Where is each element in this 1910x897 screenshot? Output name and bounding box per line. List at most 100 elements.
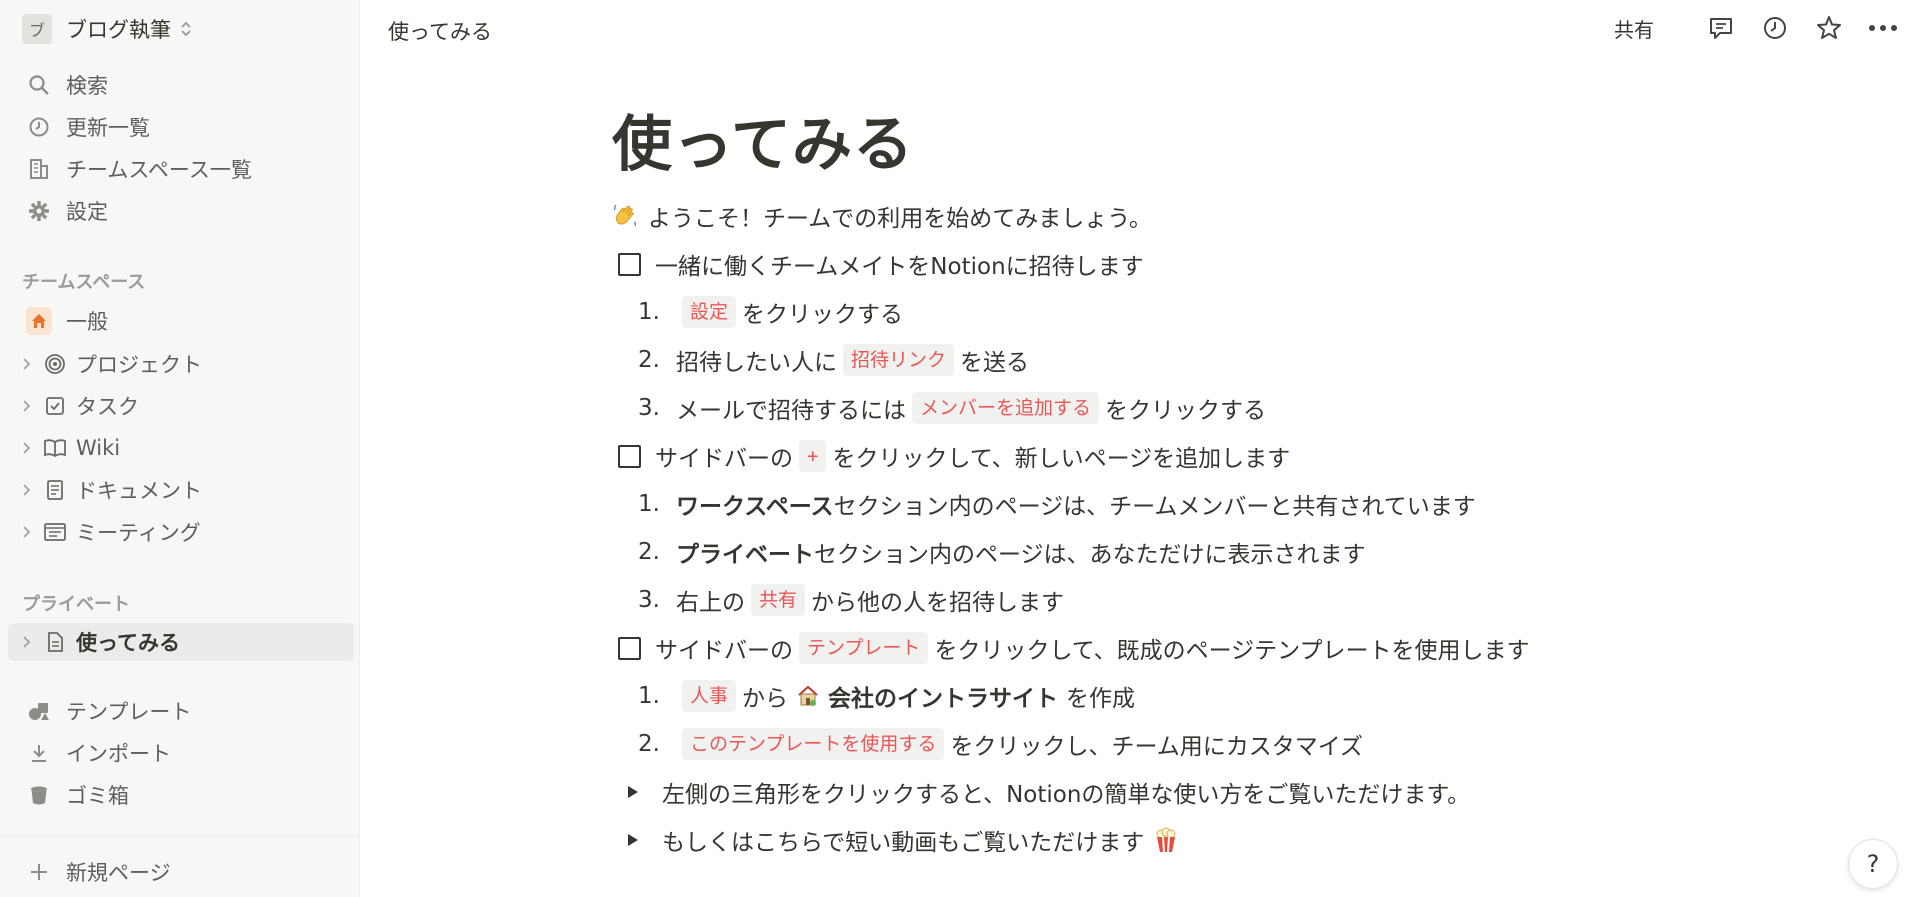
more-options-icon[interactable] [1866,11,1900,45]
breadcrumb[interactable]: 使ってみる [388,16,492,46]
todo-text: サイドバーの [655,638,793,664]
sidebar-item-label: チームスペース一覧 [66,158,252,182]
clock-icon [26,114,52,140]
inline-code: メンバーを追加する [912,392,1100,424]
sidebar-item-tasks[interactable]: タスク [8,387,354,425]
list-number: 2. [638,731,660,757]
history-icon[interactable] [1758,11,1792,45]
sidebar-item-projects[interactable]: プロジェクト [8,345,354,383]
new-page-label: 新規ページ [66,861,171,885]
sidebar-item-trash[interactable]: ゴミ箱 [8,776,354,814]
sidebar-item-label: インポート [66,742,171,766]
shapes-icon [26,698,52,724]
new-page-button[interactable]: 新規ページ [8,853,354,891]
list-item[interactable]: 2. 招待したい人に 招待リンク を送る [626,340,1029,380]
list-text: をクリックする [1105,398,1267,424]
sidebar-item-general[interactable]: 一般 [8,302,354,340]
sidebar-item-updates[interactable]: 更新一覧 [8,108,354,146]
chevron-right-icon[interactable] [22,399,38,413]
private-section-label: プライベート [22,594,130,615]
sidebar-item-wiki[interactable]: Wiki [8,429,354,467]
todo-text: サイドバーの [655,446,793,472]
list-number: 3. [638,587,660,613]
sidebar-item-templates[interactable]: テンプレート [8,692,354,730]
trash-icon [26,782,52,808]
toggle-triangle-icon[interactable] [626,784,640,800]
sidebar-item-meetings[interactable]: ミーティング [8,513,354,551]
sidebar-item-import[interactable]: インポート [8,734,354,772]
document-icon [42,477,68,503]
sidebar-item-label: 一般 [66,310,108,334]
workspace-avatar: ブ [22,14,52,44]
list-text: をクリックする [742,302,904,328]
sidebar-item-settings[interactable]: 設定 [8,192,354,230]
list-item[interactable]: 2. プライベート セクション内のページは、あなただけに表示されます [626,532,1366,572]
popcorn-icon [1154,827,1178,853]
checkbox-icon [42,393,68,419]
toggle-triangle-icon[interactable] [626,832,640,848]
sidebar-item-teamspaces[interactable]: チームスペース一覧 [8,150,354,188]
inline-code: 招待リンク [843,344,955,376]
list-text: セクション内のページは、チームメンバーと共有されています [833,494,1476,520]
inline-code: 設定 [682,296,737,328]
list-text: をクリックし、チーム用にカスタマイズ [950,734,1364,760]
list-number: 2. [638,347,660,373]
inline-code: + [799,440,827,472]
list-text: メールで招待するには [676,398,906,424]
chevron-right-icon[interactable] [22,357,38,371]
inline-code: 共有 [751,584,806,616]
inline-code: テンプレート [799,632,929,664]
gear-icon [26,198,52,224]
sidebar-item-search[interactable]: 検索 [8,66,354,104]
target-icon [42,351,68,377]
todo-checkbox[interactable] [618,636,641,660]
chevron-right-icon[interactable] [22,525,38,539]
sidebar-item-documents[interactable]: ドキュメント [8,471,354,509]
welcome-text: ようこそ！チームでの利用を始めてみましょう。 [648,206,1152,232]
toggle-block[interactable]: もしくはこちらで短い動画もご覧いただけます [618,820,1178,860]
sidebar-item-label: 更新一覧 [66,116,150,140]
sidebar-item-label: プロジェクト [76,353,202,377]
star-icon[interactable] [1812,11,1846,45]
toggle-block[interactable]: 左側の三角形をクリックすると、Notionの簡単な使い方をご覧いただけます。 [618,772,1470,812]
bold-text: 会社のイントラサイト [828,686,1059,712]
share-button[interactable]: 共有 [1614,14,1654,43]
sidebar: ブ ブログ執筆 検索 更新一覧 チームスペース一覧 設定 チームスペース 一般 … [0,0,360,897]
list-item[interactable]: 3. 右上の 共有 から他の人を招待します [626,580,1064,620]
home-icon [26,307,52,335]
list-item[interactable]: 3. メールで招待するには メンバーを追加する をクリックする [626,388,1266,428]
help-button[interactable]: ? [1848,839,1898,889]
todo-invite[interactable]: 一緒に働くチームメイトをNotionに招待します [618,244,1144,284]
list-item[interactable]: 1. ワークスペース セクション内のページは、チームメンバーと共有されています [626,484,1476,524]
chevron-right-icon[interactable] [22,441,38,455]
list-item[interactable]: 2. このテンプレートを使用する をクリックし、チーム用にカスタマイズ [626,724,1363,764]
book-icon [42,435,68,461]
sidebar-item-label: ミーティング [76,521,201,545]
todo-checkbox[interactable] [618,252,641,276]
list-text: を作成 [1066,686,1136,712]
inline-code: 人事 [682,680,737,712]
page-title[interactable]: 使ってみる [612,100,914,190]
chevron-right-icon[interactable] [22,483,38,497]
sidebar-item-label: ドキュメント [76,479,202,503]
chevron-up-down-icon [179,19,193,39]
workspace-switcher[interactable]: ブ ブログ執筆 [22,14,193,44]
bold-text: プライベート [676,542,814,568]
sidebar-item-label: 検索 [66,74,108,98]
todo-templates[interactable]: サイドバーの テンプレート をクリックして、既成のページテンプレートを使用します [618,628,1529,668]
list-item[interactable]: 1. 設定 をクリックする [626,292,903,332]
list-text: から [742,686,789,712]
download-icon [26,740,52,766]
sidebar-item-label: 使ってみる [76,631,180,655]
list-item[interactable]: 1. 人事 から 会社のイントラサイト を作成 [626,676,1135,716]
sidebar-item-label: テンプレート [66,700,192,724]
todo-add-page[interactable]: サイドバーの + をクリックして、新しいページを追加します [618,436,1290,476]
workspace-name: ブログ執筆 [66,18,171,42]
chevron-right-icon[interactable] [22,635,38,649]
todo-checkbox[interactable] [618,444,641,468]
sidebar-item-getting-started[interactable]: 使ってみる [8,623,354,661]
building-icon [26,156,52,182]
comment-icon[interactable] [1704,11,1738,45]
todo-text: 一緒に働くチームメイトをNotionに招待します [655,254,1144,280]
welcome-line[interactable]: ようこそ！チームでの利用を始めてみましょう。 [612,196,1152,236]
